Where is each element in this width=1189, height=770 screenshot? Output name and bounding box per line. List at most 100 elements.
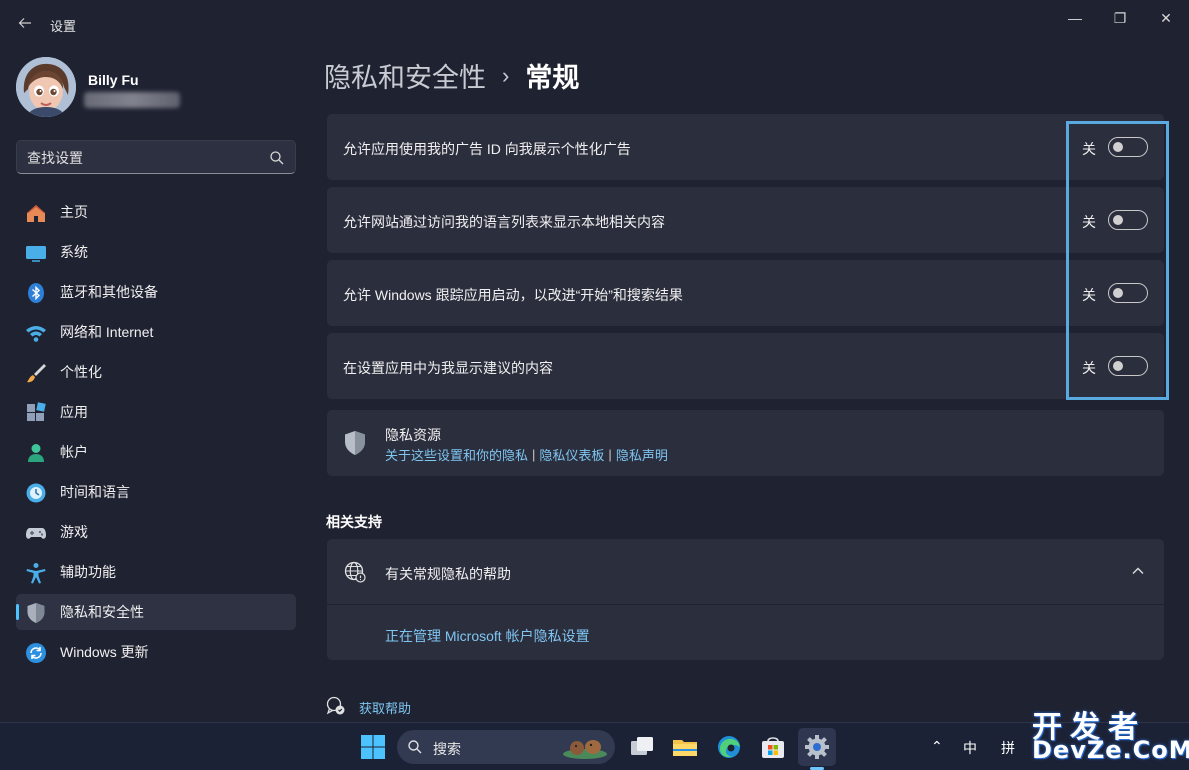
setting-row-advertising-id: 允许应用使用我的广告 ID 向我展示个性化广告 关 [327,114,1164,180]
windows-start-icon[interactable] [358,732,388,762]
user-name: Billy Fu [88,72,139,88]
sidebar-item-label: 蓝牙和其他设备 [60,284,158,300]
page-title: 常规 [525,63,580,93]
search-icon[interactable] [269,150,285,166]
breadcrumb: 隐私和安全性 › 常规 [324,56,579,95]
privacy-resources-card: 隐私资源 关于这些设置和你的隐私 | 隐私仪表板 | 隐私声明 [327,410,1164,476]
taskbar: 搜索 ⌃ 中 拼 [0,722,1189,770]
toggle-knob [1113,361,1123,371]
link-separator: | [608,447,612,462]
sidebar-item-label: 个性化 [60,364,102,380]
user-email-blurred [84,92,180,108]
privacy-link-statement[interactable]: 隐私声明 [616,445,668,464]
sidebar-item-label: 隐私和安全性 [60,604,144,620]
breadcrumb-separator: › [502,62,510,88]
brush-icon [27,364,46,383]
bluetooth-icon [28,283,44,303]
home-icon [27,205,45,222]
ime-mode-indicator[interactable]: 中 [963,738,977,758]
sidebar-item-label: Windows 更新 [60,644,149,660]
taskbar-search-label: 搜索 [433,741,461,757]
toggle-knob [1113,288,1123,298]
shield-icon [27,603,45,623]
sidebar-item-privacy-security[interactable]: 隐私和安全性 [16,594,296,630]
suggested-content-toggle[interactable] [1108,356,1148,376]
setting-label: 在设置应用中为我显示建议的内容 [343,360,553,376]
sidebar-item-accounts[interactable]: 帐户 [16,434,296,470]
sidebar-item-label: 游戏 [60,524,88,540]
globe-help-icon [344,561,366,583]
setting-row-app-launch-tracking: 允许 Windows 跟踪应用启动，以改进“开始”和搜索结果 关 [327,260,1164,326]
sidebar-item-system[interactable]: 系统 [16,234,296,270]
avatar[interactable] [16,57,76,117]
sidebar-item-accessibility[interactable]: 辅助功能 [16,554,296,590]
breadcrumb-parent[interactable]: 隐私和安全性 [324,56,486,95]
sidebar-item-label: 网络和 Internet [60,324,154,340]
task-view-icon[interactable] [627,732,657,762]
sidebar-item-network[interactable]: 网络和 Internet [16,314,296,350]
tray-overflow-chevron[interactable]: ⌃ [931,738,943,755]
settings-gear-icon[interactable] [802,732,832,762]
sidebar-item-label: 帐户 [60,444,88,460]
ime-pinyin-indicator[interactable]: 拼 [1001,738,1015,758]
advertising-id-toggle[interactable] [1108,137,1148,157]
setting-row-suggested-content: 在设置应用中为我显示建议的内容 关 [327,333,1164,399]
related-support-heading: 相关支持 [326,514,382,530]
get-help-link[interactable]: 获取帮助 [326,696,411,716]
gamepad-icon [26,528,46,539]
help-card: 有关常规隐私的帮助 正在管理 Microsoft 帐户隐私设置 [327,539,1164,660]
file-explorer-icon[interactable] [670,732,700,762]
sidebar-item-home[interactable]: 主页 [16,194,296,230]
restore-button[interactable]: ❐ [1097,4,1143,32]
search-highlight-illustration-icon [563,740,607,759]
chevron-up-icon[interactable] [1131,564,1145,578]
back-button[interactable] [12,10,38,36]
sidebar-item-apps[interactable]: 应用 [16,394,296,430]
sidebar-item-windows-update[interactable]: Windows 更新 [16,634,296,670]
setting-label: 允许应用使用我的广告 ID 向我展示个性化广告 [343,141,631,157]
setting-label: 允许 Windows 跟踪应用启动，以改进“开始”和搜索结果 [343,287,683,303]
app-launch-tracking-toggle[interactable] [1108,283,1148,303]
get-help-label: 获取帮助 [359,701,412,716]
apps-icon [27,402,46,421]
taskbar-search[interactable]: 搜索 [397,730,615,764]
avatar-picture-icon [16,57,76,117]
sidebar-item-time-language[interactable]: 时间和语言 [16,474,296,510]
app-title: 设置 [50,19,77,34]
close-button[interactable]: ✕ [1143,4,1189,32]
sidebar-item-label: 辅助功能 [60,564,116,580]
accessibility-icon [26,563,46,584]
language-list-toggle[interactable] [1108,210,1148,230]
search-input[interactable] [27,148,257,168]
title-bar: 设置 — ❐ ✕ [0,0,1189,48]
privacy-link-about[interactable]: 关于这些设置和你的隐私 [385,445,528,464]
sidebar-item-personalization[interactable]: 个性化 [16,354,296,390]
search-icon [408,740,422,754]
toggle-knob [1113,142,1123,152]
watermark-logo: 开发者 DevZe.CoM [1032,702,1189,768]
settings-search[interactable] [16,140,296,174]
toggle-state-label: 关 [1082,141,1096,157]
sidebar-item-bluetooth[interactable]: 蓝牙和其他设备 [16,274,296,310]
clock-globe-icon [26,483,46,503]
help-title: 有关常规隐私的帮助 [385,566,511,582]
toggle-state-label: 关 [1082,287,1096,303]
minimize-button[interactable]: — [1052,4,1098,32]
sidebar-item-label: 时间和语言 [60,484,130,500]
help-chat-icon [326,696,345,715]
microsoft-store-icon[interactable] [758,732,788,762]
watermark-bottom: DevZe.CoM [1032,736,1189,764]
setting-label: 允许网站通过访问我的语言列表来显示本地相关内容 [343,214,665,230]
privacy-links: 关于这些设置和你的隐私 | 隐私仪表板 | 隐私声明 [385,445,668,464]
edge-browser-icon[interactable] [714,732,744,762]
sidebar-item-label: 主页 [60,204,88,220]
privacy-link-dashboard[interactable]: 隐私仪表板 [539,445,604,464]
monitor-icon [26,246,46,262]
sidebar-item-label: 系统 [60,244,88,260]
help-card-header[interactable]: 有关常规隐私的帮助 [327,539,1164,605]
setting-row-language-list: 允许网站通过访问我的语言列表来显示本地相关内容 关 [327,187,1164,253]
help-link-microsoft-account-privacy[interactable]: 正在管理 Microsoft 帐户隐私设置 [385,626,590,646]
sidebar-item-gaming[interactable]: 游戏 [16,514,296,550]
toggle-state-label: 关 [1082,214,1096,230]
link-separator: | [532,447,536,462]
